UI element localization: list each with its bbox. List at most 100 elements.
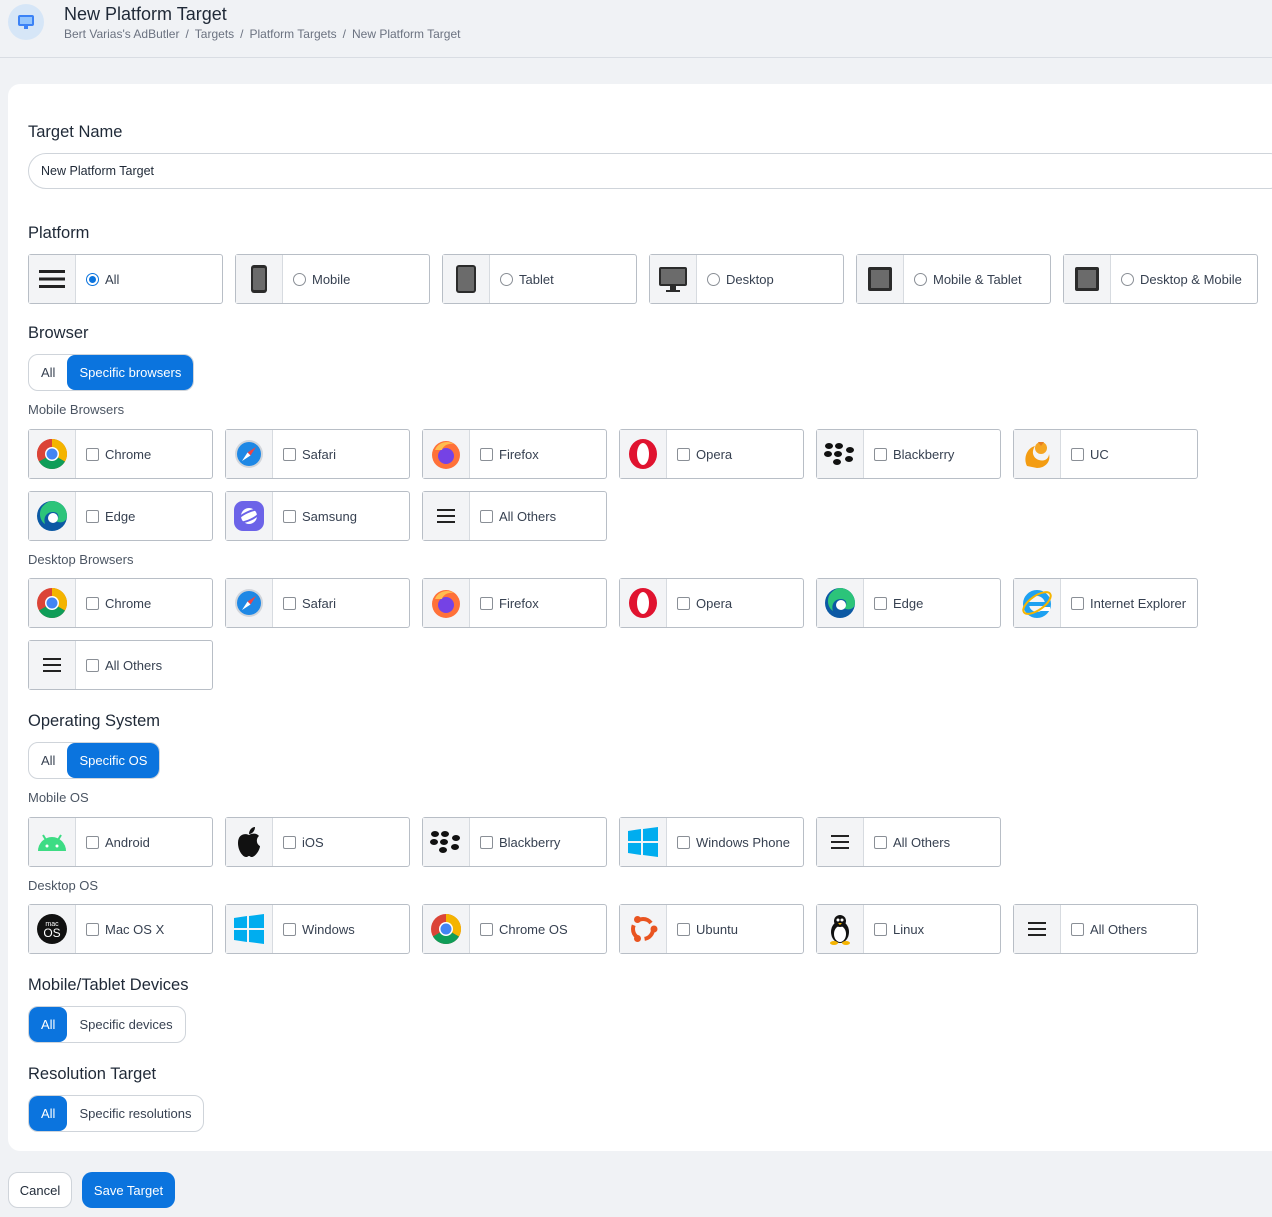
checkbox[interactable]: [1071, 596, 1084, 610]
target-name-input[interactable]: [28, 153, 1272, 189]
radio-button[interactable]: [500, 272, 513, 286]
checkbox[interactable]: [1071, 922, 1084, 936]
checkbox[interactable]: [480, 835, 493, 849]
resolution-all-button[interactable]: All: [29, 1096, 68, 1131]
os-label-text: Windows: [302, 921, 355, 937]
mobile-os-android[interactable]: Android: [28, 817, 213, 867]
os-label-text: Mac OS X: [105, 921, 165, 937]
desktop-browsers-label: Desktop Browsers: [28, 552, 134, 567]
breadcrumb-targets[interactable]: Targets: [195, 27, 234, 41]
desktop-os-chrome-os[interactable]: Chrome OS: [422, 904, 607, 954]
platform-option-all[interactable]: All: [28, 254, 223, 304]
desktop-browser-all-others[interactable]: All Others: [28, 640, 213, 690]
os-label-text: All Others: [1090, 921, 1148, 937]
mobile-browser-uc[interactable]: UC: [1013, 429, 1198, 479]
checkbox[interactable]: [874, 596, 887, 610]
browser-label-text: Samsung: [302, 508, 357, 524]
checkbox[interactable]: [874, 447, 887, 461]
edge-icon: [29, 492, 76, 540]
checkbox[interactable]: [86, 447, 99, 461]
cancel-button[interactable]: Cancel: [8, 1172, 72, 1208]
checkbox[interactable]: [1071, 447, 1084, 461]
desktop-os-all-others[interactable]: All Others: [1013, 904, 1198, 954]
checkbox[interactable]: [480, 509, 493, 523]
desktop-browser-safari[interactable]: Safari: [225, 578, 410, 628]
checkbox[interactable]: [86, 922, 99, 936]
checkbox[interactable]: [677, 922, 690, 936]
checkbox[interactable]: [874, 835, 887, 849]
breadcrumb-platform-targets[interactable]: Platform Targets: [250, 27, 337, 41]
mobile-os-blackberry[interactable]: Blackberry: [422, 817, 607, 867]
checkbox[interactable]: [677, 596, 690, 610]
desktop-browser-edge[interactable]: Edge: [816, 578, 1001, 628]
resolution-toggle: All Specific resolutions: [28, 1095, 205, 1132]
mobile-browser-firefox[interactable]: Firefox: [422, 429, 607, 479]
radio-button[interactable]: [914, 272, 927, 286]
checkbox[interactable]: [677, 447, 690, 461]
uc-browser-icon: [1014, 430, 1061, 478]
checkbox[interactable]: [677, 835, 690, 849]
checkbox[interactable]: [283, 835, 296, 849]
linux-icon: [817, 905, 864, 953]
desktop-os-windows[interactable]: Windows: [225, 904, 410, 954]
mac-os-icon-text-bottom: OS: [43, 926, 60, 940]
platform-option-tablet[interactable]: Tablet: [442, 254, 637, 304]
target-name-label: Target Name: [28, 123, 123, 141]
radio-button[interactable]: [86, 272, 99, 286]
browser-label: Browser: [28, 324, 89, 342]
mobile-browser-samsung[interactable]: Samsung: [225, 491, 410, 541]
mobile-browser-edge[interactable]: Edge: [28, 491, 213, 541]
mobile-browser-safari[interactable]: Safari: [225, 429, 410, 479]
checkbox[interactable]: [86, 509, 99, 523]
checkbox[interactable]: [874, 922, 887, 936]
checkbox[interactable]: [283, 922, 296, 936]
checkbox[interactable]: [86, 596, 99, 610]
mobile-browser-blackberry[interactable]: Blackberry: [816, 429, 1001, 479]
desktop-browser-firefox[interactable]: Firefox: [422, 578, 607, 628]
desktop-browser-internet-explorer[interactable]: Internet Explorer: [1013, 578, 1198, 628]
android-icon: [29, 818, 76, 866]
radio-button[interactable]: [707, 272, 720, 286]
checkbox[interactable]: [480, 596, 493, 610]
desktop-os-mac-os-x[interactable]: mac OS Mac OS X: [28, 904, 213, 954]
desktop-browser-chrome[interactable]: Chrome: [28, 578, 213, 628]
devices-all-button[interactable]: All: [29, 1007, 68, 1042]
checkbox[interactable]: [480, 922, 493, 936]
checkbox[interactable]: [86, 658, 99, 672]
checkbox[interactable]: [283, 596, 296, 610]
os-specific-button[interactable]: Specific OS: [67, 743, 160, 778]
devices-specific-button[interactable]: Specific devices: [67, 1007, 184, 1042]
checkbox[interactable]: [283, 447, 296, 461]
radio-button[interactable]: [1121, 272, 1134, 286]
resolution-specific-button[interactable]: Specific resolutions: [67, 1096, 203, 1131]
platform-option-mobile[interactable]: Mobile: [235, 254, 430, 304]
browser-all-button[interactable]: All: [29, 355, 67, 390]
breadcrumb-separator: /: [240, 27, 244, 41]
mobile-os-all-others[interactable]: All Others: [816, 817, 1001, 867]
radio-button[interactable]: [293, 272, 306, 286]
mobile-browser-opera[interactable]: Opera: [619, 429, 804, 479]
desktop-os-linux[interactable]: Linux: [816, 904, 1001, 954]
checkbox[interactable]: [283, 509, 296, 523]
desktop-os-ubuntu[interactable]: Ubuntu: [619, 904, 804, 954]
checkbox[interactable]: [86, 835, 99, 849]
browser-specific-button[interactable]: Specific browsers: [67, 355, 194, 390]
os-label-text: Linux: [893, 921, 925, 937]
mobile-browser-chrome[interactable]: Chrome: [28, 429, 213, 479]
platform-option-desktop-mobile[interactable]: Desktop & Mobile: [1063, 254, 1258, 304]
platform-option-mobile-tablet[interactable]: Mobile & Tablet: [856, 254, 1051, 304]
mobile-browser-all-others[interactable]: All Others: [422, 491, 607, 541]
os-label-text: Ubuntu: [696, 921, 738, 937]
breadcrumb-separator: /: [342, 27, 346, 41]
platform-option-label: Desktop: [726, 271, 774, 287]
mobile-os-windows-phone[interactable]: Windows Phone: [619, 817, 804, 867]
chrome-icon: [29, 579, 76, 627]
save-target-button[interactable]: Save Target: [82, 1172, 175, 1208]
mobile-os-ios[interactable]: iOS: [225, 817, 410, 867]
breadcrumb-account[interactable]: Bert Varias's AdButler: [64, 27, 179, 41]
platform-option-desktop[interactable]: Desktop: [649, 254, 844, 304]
checkbox[interactable]: [480, 447, 493, 461]
menu-icon: [1014, 905, 1061, 953]
os-all-button[interactable]: All: [29, 743, 67, 778]
desktop-browser-opera[interactable]: Opera: [619, 578, 804, 628]
